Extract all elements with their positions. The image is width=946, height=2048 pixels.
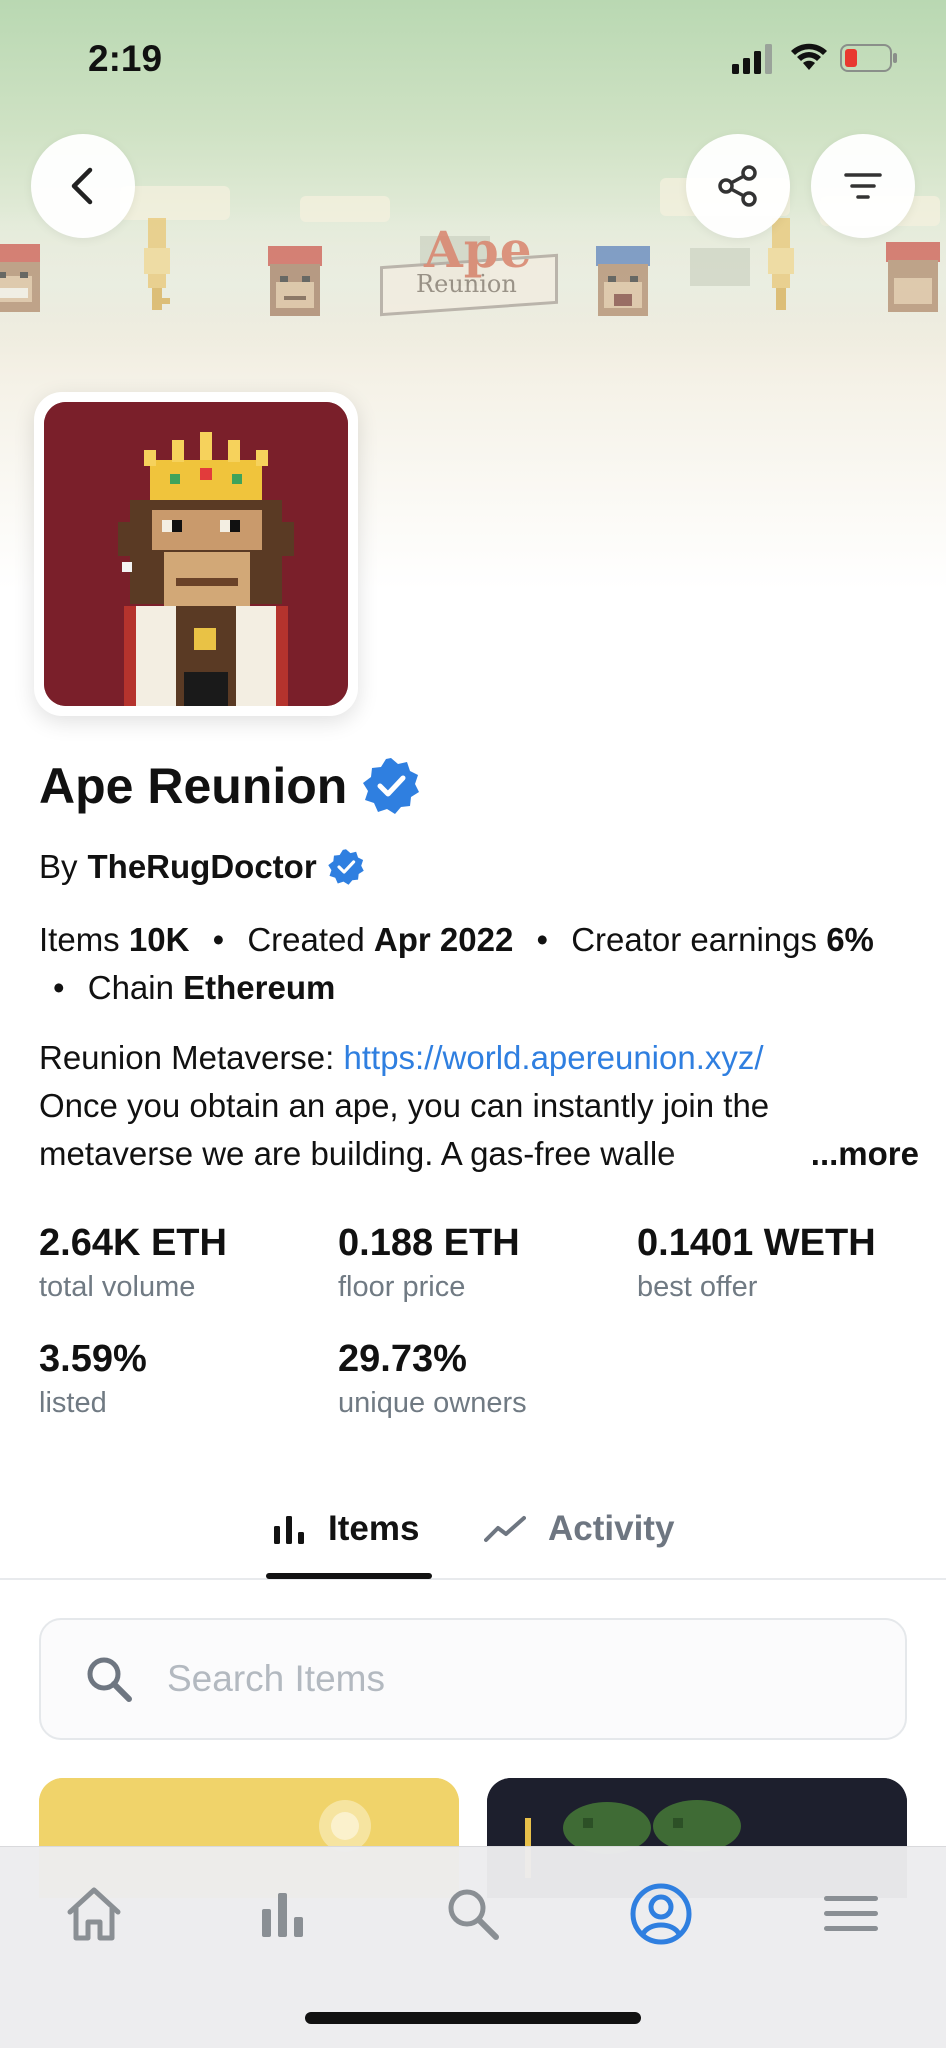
stat-label: floor price bbox=[338, 1271, 466, 1303]
chain-label: Chain bbox=[87, 969, 174, 1006]
nav-search[interactable] bbox=[428, 1869, 518, 1959]
search-items-field[interactable] bbox=[39, 1618, 907, 1740]
creator-link[interactable]: TheRugDoctor bbox=[88, 848, 317, 886]
bottom-navigation bbox=[0, 1846, 946, 2048]
status-time: 2:19 bbox=[88, 38, 163, 79]
stat-value: 0.1401 WETH bbox=[637, 1222, 876, 1264]
earnings-label: Creator earnings bbox=[571, 921, 818, 958]
avatar bbox=[44, 402, 348, 706]
search-icon bbox=[448, 1889, 499, 1940]
home-icon bbox=[67, 1887, 121, 1941]
items-label: Items bbox=[39, 921, 120, 958]
share-icon bbox=[718, 165, 757, 207]
active-tab-indicator bbox=[266, 1573, 432, 1579]
separator: • bbox=[212, 921, 225, 958]
share-button[interactable] bbox=[686, 134, 790, 238]
earnings-value: 6% bbox=[826, 921, 874, 958]
stats-icon bbox=[262, 1893, 303, 1937]
stat-value: 29.73% bbox=[338, 1338, 467, 1380]
banner-logo: Ape Reunion bbox=[380, 220, 558, 317]
created-label: Created bbox=[247, 921, 365, 958]
wifi-icon bbox=[791, 43, 827, 70]
stat-best-offer: 0.1401 WETH best offer bbox=[637, 1222, 876, 1304]
stat-value: 2.64K ETH bbox=[39, 1222, 227, 1264]
ape-face-icon bbox=[0, 244, 40, 312]
search-input[interactable] bbox=[167, 1658, 847, 1700]
status-bar: 2:19 bbox=[0, 0, 946, 120]
collection-avatar bbox=[34, 392, 358, 716]
stat-unique-owners: 29.73% unique owners bbox=[338, 1338, 527, 1420]
filter-icon bbox=[844, 173, 882, 199]
filter-button[interactable] bbox=[811, 134, 915, 238]
cellular-signal-icon bbox=[732, 44, 772, 74]
separator: • bbox=[53, 969, 65, 1006]
tab-label: Items bbox=[328, 1509, 420, 1548]
collection-tabs: Items Activity bbox=[0, 1484, 946, 1580]
nav-home[interactable] bbox=[49, 1869, 139, 1959]
ape-face-icon bbox=[886, 242, 940, 312]
ape-face-icon bbox=[268, 246, 322, 316]
back-button[interactable] bbox=[31, 134, 135, 238]
stat-value: 3.59% bbox=[39, 1338, 147, 1380]
creator-line: By TheRugDoctor bbox=[39, 848, 365, 886]
verified-badge-icon bbox=[363, 758, 420, 814]
key-icon bbox=[768, 218, 794, 310]
chain-value: Ethereum bbox=[183, 969, 336, 1006]
tab-label: Activity bbox=[548, 1509, 675, 1548]
created-value: Apr 2022 bbox=[373, 921, 514, 958]
stat-floor-price: 0.188 ETH floor price bbox=[338, 1222, 520, 1304]
metaverse-link[interactable]: https://world.apereunion.xyz/ bbox=[344, 1039, 764, 1076]
collection-description: Reunion Metaverse: https://world.apereun… bbox=[39, 1034, 919, 1178]
battery-low-icon bbox=[840, 44, 897, 72]
stat-value: 0.188 ETH bbox=[338, 1222, 520, 1264]
chevron-left-icon bbox=[71, 167, 93, 205]
bar-chart-icon bbox=[274, 1516, 304, 1544]
description-line: Once you obtain an ape, you can instantl… bbox=[39, 1087, 770, 1124]
stat-label: best offer bbox=[637, 1271, 758, 1303]
collection-meta: Items 10K • Created Apr 2022 • Creator e… bbox=[39, 916, 919, 1012]
search-icon bbox=[87, 1657, 132, 1702]
home-indicator[interactable] bbox=[305, 2012, 641, 2024]
trend-line-icon bbox=[484, 1516, 526, 1542]
more-button[interactable]: ...more bbox=[659, 1130, 919, 1178]
description-prefix: Reunion Metaverse: bbox=[39, 1039, 344, 1076]
collection-title: Ape Reunion bbox=[39, 756, 421, 816]
profile-icon bbox=[630, 1883, 692, 1945]
tab-items[interactable]: Items bbox=[272, 1498, 419, 1560]
by-label: By bbox=[39, 848, 78, 885]
description-line: metaverse we are building. A gas-free wa… bbox=[39, 1135, 676, 1172]
stat-label: unique owners bbox=[338, 1387, 527, 1419]
key-icon bbox=[144, 218, 170, 310]
stat-listed: 3.59% listed bbox=[39, 1338, 147, 1420]
collection-name: Ape Reunion bbox=[39, 758, 348, 814]
king-ape-image bbox=[44, 402, 348, 706]
stat-label: listed bbox=[39, 1387, 107, 1419]
items-value: 10K bbox=[128, 921, 190, 958]
tab-activity[interactable]: Activity bbox=[484, 1498, 674, 1560]
verified-badge-icon bbox=[327, 849, 364, 885]
separator: • bbox=[536, 921, 549, 958]
ape-face-icon bbox=[596, 246, 650, 316]
stat-label: total volume bbox=[39, 1271, 196, 1303]
menu-icon bbox=[824, 1896, 878, 1931]
nav-profile[interactable] bbox=[616, 1869, 706, 1959]
stat-total-volume: 2.64K ETH total volume bbox=[39, 1222, 227, 1304]
nav-stats[interactable] bbox=[238, 1869, 328, 1959]
nav-menu[interactable] bbox=[806, 1869, 896, 1959]
